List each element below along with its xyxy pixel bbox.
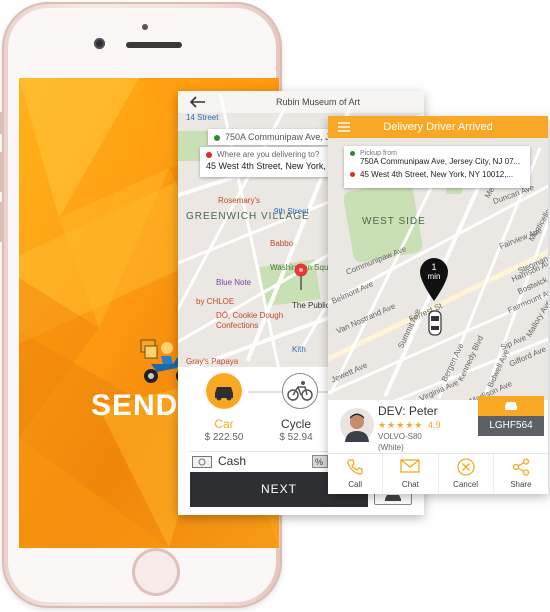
vehicle-price: $ 222.50 — [204, 432, 244, 443]
chat-button[interactable]: Chat — [383, 454, 439, 494]
front-camera — [94, 38, 105, 49]
driver-arrived-screen: Delivery Driver Arrived WEST SIDE Duncan… — [328, 116, 548, 494]
action-label: Cancel — [453, 480, 479, 489]
vehicle-name: Cycle — [280, 417, 311, 431]
map-poi: Rosemary's — [218, 196, 260, 205]
map-poi: DŌ, Cookie Dough Confections — [216, 311, 284, 330]
promo-icon[interactable]: % — [312, 455, 328, 468]
dropoff-value: 45 West 4th Street, New York, NY 10012,.… — [360, 170, 514, 179]
proximity-sensor — [142, 24, 148, 30]
call-button[interactable]: Call — [328, 454, 384, 494]
earpiece-speaker — [126, 42, 182, 48]
payment-label: Cash — [218, 454, 247, 468]
cash-icon — [192, 456, 212, 468]
car-icon — [505, 402, 517, 410]
svg-text:%: % — [315, 457, 323, 467]
phone-icon — [347, 459, 363, 475]
mute-switch — [0, 112, 3, 134]
action-label: Call — [348, 480, 363, 489]
map-poi: Blue Note — [216, 278, 252, 287]
share-icon — [512, 458, 530, 476]
map-street: Monticello Ave — [526, 193, 548, 244]
arrived-header: Delivery Driver Arrived — [328, 116, 548, 138]
map-pin-icon — [294, 263, 308, 290]
map-area-label: WEST SIDE — [362, 216, 426, 227]
route-card[interactable]: Pickup from 750A Communipaw Ave, Jersey … — [344, 146, 530, 188]
map-poi: 9th Street — [274, 207, 309, 216]
vehicle-model: VOLVO-S80 — [378, 432, 422, 441]
map-poi: The Public — [292, 301, 330, 310]
map-poi: Rubin Museum of Art — [276, 97, 361, 107]
driver-info-panel[interactable]: DEV: Peter ★★★★★ 4.9 VOLVO-S80 (White) L… — [328, 396, 548, 454]
volume-up-button — [0, 152, 3, 192]
cancel-icon — [456, 458, 475, 476]
car-icon — [206, 373, 242, 409]
map-poi: by CHLOE — [196, 297, 235, 306]
action-label: Chat — [401, 480, 419, 489]
vehicle-name: Car — [214, 417, 234, 431]
map-street: Belmont Ave — [330, 279, 375, 306]
driver-name: DEV: Peter — [378, 404, 438, 418]
driver-avatar — [340, 408, 374, 442]
arrived-map[interactable]: WEST SIDE Duncan Ave Communipaw Ave Fair… — [328, 138, 548, 400]
pickup-label: Pickup from — [360, 150, 397, 157]
vehicle-price: $ 52.94 — [279, 432, 313, 443]
vehicle-badge — [478, 396, 544, 416]
home-button[interactable] — [132, 548, 180, 596]
rating-value: 4.9 — [428, 420, 441, 430]
map-poi: Babbo — [270, 239, 294, 248]
selector-track — [248, 391, 284, 393]
map-poi: Kith — [292, 345, 306, 354]
rating-stars: ★★★★★ — [378, 420, 424, 430]
share-button[interactable]: Share — [494, 454, 548, 494]
volume-down-button — [0, 202, 3, 242]
action-bar: Call Chat Cancel Share — [328, 454, 548, 494]
pickup-value: 750A Communipaw Ave, Jersey City, NJ 07.… — [360, 157, 521, 166]
header-title: Delivery Driver Arrived — [383, 121, 493, 133]
eta-number: 1 — [431, 262, 437, 272]
vehicle-color: (White) — [378, 443, 404, 452]
cancel-button[interactable]: Cancel — [439, 454, 494, 494]
map-poi: 14 Street — [186, 113, 219, 122]
eta-unit: min — [427, 272, 441, 281]
action-label: Share — [510, 480, 532, 489]
map-poi: Gray's Papaya — [186, 357, 239, 366]
driver-car-icon — [428, 310, 442, 336]
bicycle-icon — [282, 373, 318, 409]
arrow-left-icon[interactable] — [190, 96, 206, 108]
hamburger-icon[interactable] — [338, 122, 350, 132]
mail-icon — [400, 459, 421, 473]
license-plate: LGHF564 — [478, 416, 544, 436]
destination-label: Where are you delivering to? — [217, 150, 320, 159]
